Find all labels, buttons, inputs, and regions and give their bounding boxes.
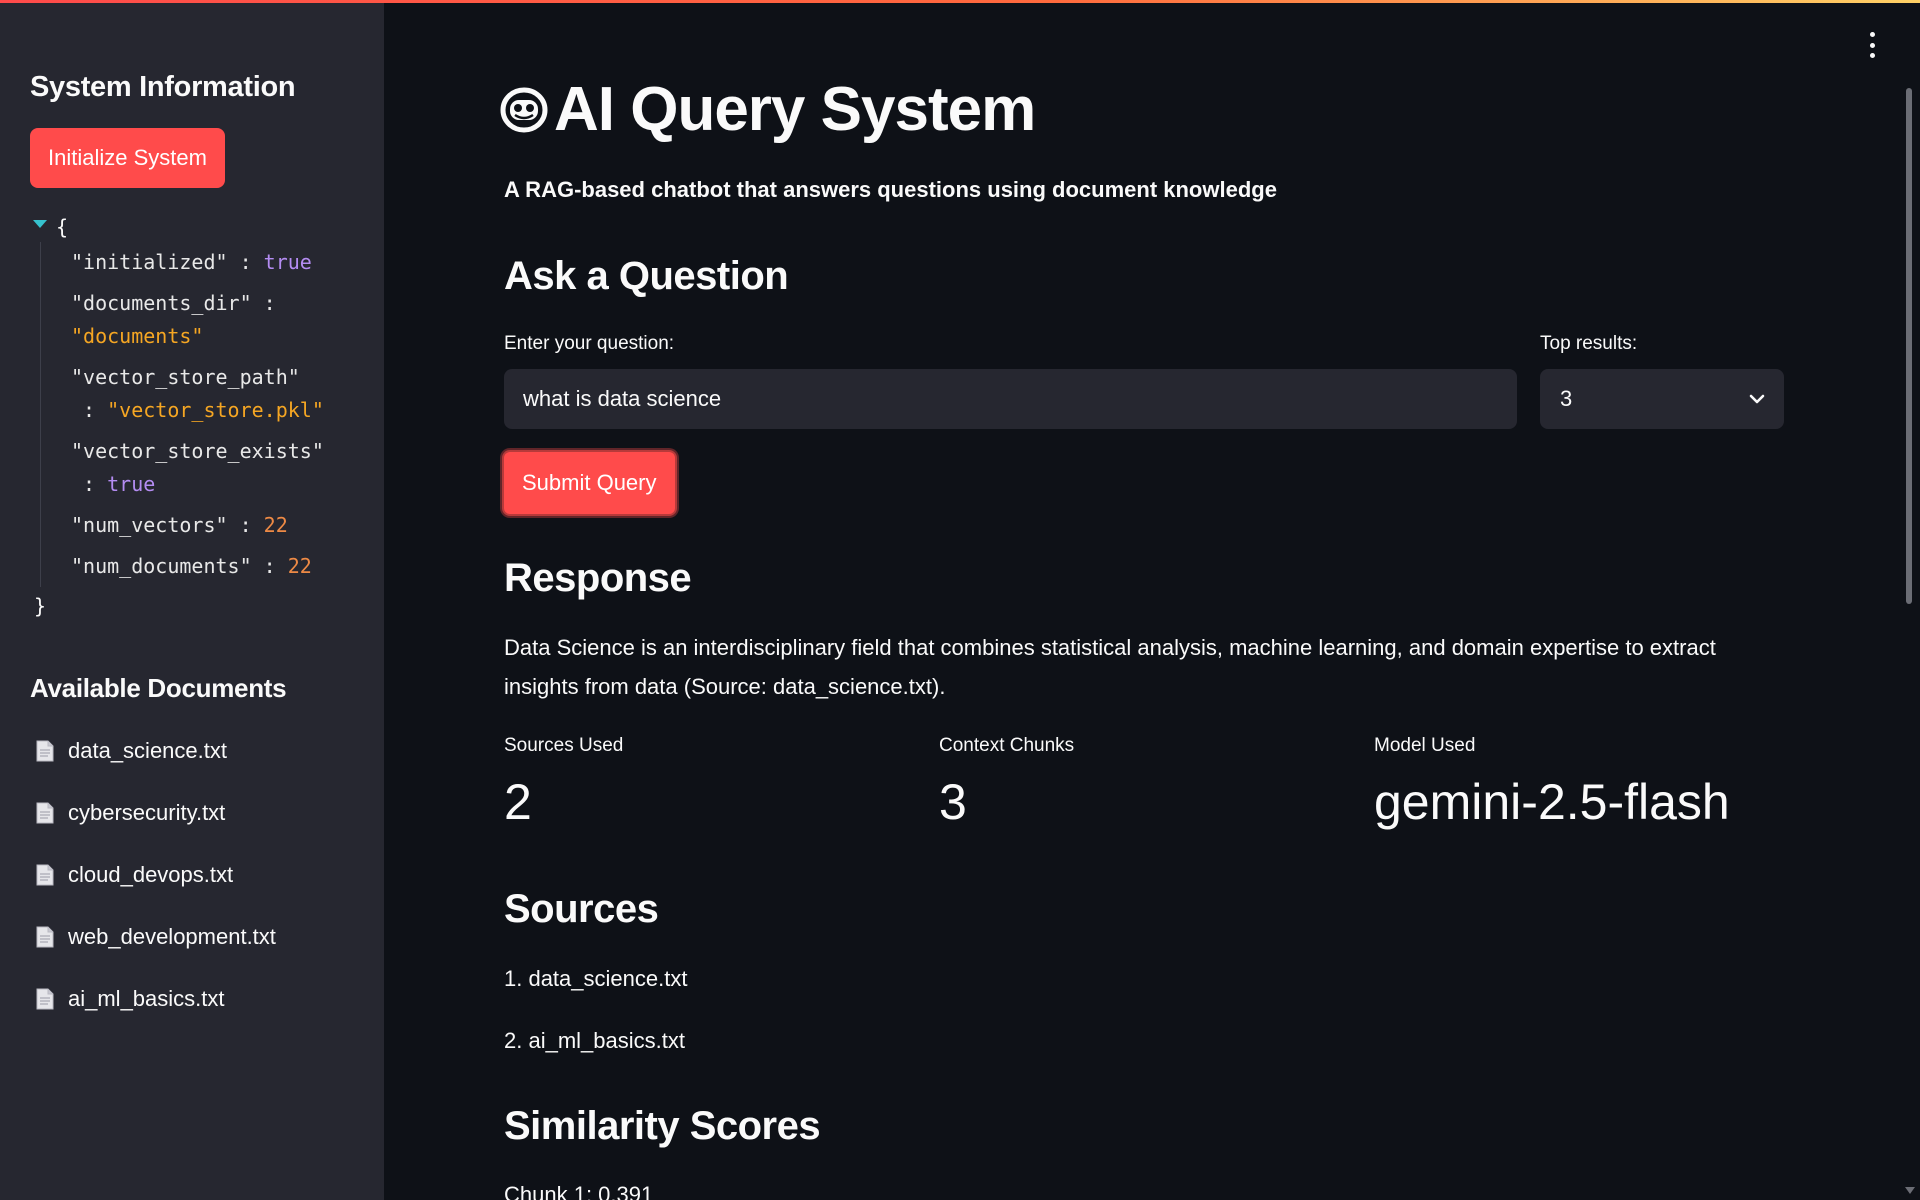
json-value: 22 [263, 513, 288, 537]
document-item: web_development.txt [30, 906, 354, 968]
metric-label: Model Used [1374, 735, 1476, 756]
json-key: "num_documents" [71, 554, 252, 578]
top-results-label: Top results: [1540, 333, 1638, 354]
document-item: cloud_devops.txt [30, 844, 354, 906]
page-header: AI Query System [500, 74, 1036, 145]
json-row: "documents_dir" : "documents" [71, 291, 276, 348]
initialize-system-button[interactable]: Initialize System [30, 128, 225, 188]
page-subtitle: A RAG-based chatbot that answers questio… [504, 177, 1277, 202]
document-name: data_science.txt [68, 738, 227, 763]
json-key: "documents_dir" [71, 291, 252, 315]
caret-down-icon[interactable] [33, 220, 47, 228]
response-text: Data Science is an interdisciplinary fie… [504, 635, 1716, 699]
json-key: "vector_store_path" [71, 365, 300, 389]
metric-value: 2 [504, 774, 532, 830]
json-row: "initialized" : true [71, 250, 312, 274]
json-viewer: { "initialized" : true "documents_dir" :… [30, 212, 354, 621]
json-row: "num_documents" : 22 [71, 554, 312, 578]
response-heading: Response [504, 556, 692, 600]
source-item: 1. data_science.txt [504, 966, 688, 991]
document-item: ai_ml_basics.txt [30, 968, 354, 1030]
chevron-down-icon [1749, 394, 1765, 404]
document-name: cybersecurity.txt [68, 800, 226, 825]
scrollbar[interactable] [1906, 88, 1912, 604]
ask-question-heading: Ask a Question [504, 254, 789, 298]
top-results-select[interactable]: 3 [1540, 369, 1784, 429]
source-item: 2. ai_ml_basics.txt [504, 1028, 685, 1053]
sidebar-title: System Information [30, 71, 296, 103]
vertical-dots-icon[interactable] [1864, 32, 1880, 58]
metric-label: Context Chunks [939, 735, 1075, 756]
metric-context-chunks: Context Chunks 3 [939, 735, 1074, 831]
page-icon [36, 988, 54, 1010]
json-open-brace: { [56, 215, 69, 239]
document-list: data_science.txt cybersecurity.txt cloud… [30, 720, 354, 1030]
sidebar: System Information Initialize System { "… [0, 0, 384, 1200]
submit-query-button[interactable]: Submit Query [502, 450, 677, 516]
json-row: "num_vectors" : 22 [71, 513, 288, 537]
question-input[interactable]: what is data science [504, 369, 1517, 429]
question-label: Enter your question: [504, 333, 675, 354]
similarity-score-item: Chunk 1: 0.391 [504, 1182, 654, 1200]
metric-label: Sources Used [504, 735, 624, 756]
json-row: "vector_store_exists" : true [71, 439, 324, 496]
top-results-value: 3 [1560, 386, 1573, 411]
json-value: "documents" [71, 324, 204, 348]
json-value: true [107, 472, 156, 496]
json-key: "num_vectors" [71, 513, 228, 537]
document-name: web_development.txt [68, 924, 276, 949]
scroll-down-arrow-icon[interactable] [1905, 1187, 1915, 1194]
page-icon [36, 864, 54, 886]
json-key: "initialized" [71, 250, 228, 274]
metric-value: gemini-2.5-flash [1374, 774, 1730, 830]
json-close-brace: } [34, 594, 47, 618]
document-item: cybersecurity.txt [30, 782, 354, 844]
robot-face-icon [500, 87, 548, 132]
available-documents-heading: Available Documents [30, 673, 287, 703]
json-row: "vector_store_path" : "vector_store.pkl" [71, 365, 324, 422]
main-content: AI Query System A RAG-based chatbot that… [500, 0, 1784, 1200]
json-value: "vector_store.pkl" [107, 398, 324, 422]
json-body: "initialized" : true "documents_dir" : "d… [40, 242, 360, 587]
page-icon [36, 740, 54, 762]
top-decoration-bar [0, 0, 1920, 3]
json-value: true [263, 250, 312, 274]
document-name: cloud_devops.txt [68, 862, 234, 887]
page-icon [36, 802, 54, 824]
page-icon [36, 926, 54, 948]
json-value: 22 [287, 554, 312, 578]
metric-model-used: Model Used gemini-2.5-flash [1374, 735, 1730, 831]
document-name: ai_ml_basics.txt [68, 986, 225, 1011]
sources-heading: Sources [504, 887, 659, 931]
similarity-scores-heading: Similarity Scores [504, 1104, 821, 1148]
metric-value: 3 [939, 774, 967, 830]
json-key: "vector_store_exists" [71, 439, 324, 463]
page-title: AI Query System [554, 75, 1036, 144]
document-item: data_science.txt [30, 720, 354, 782]
metric-sources-used: Sources Used 2 [504, 735, 623, 831]
